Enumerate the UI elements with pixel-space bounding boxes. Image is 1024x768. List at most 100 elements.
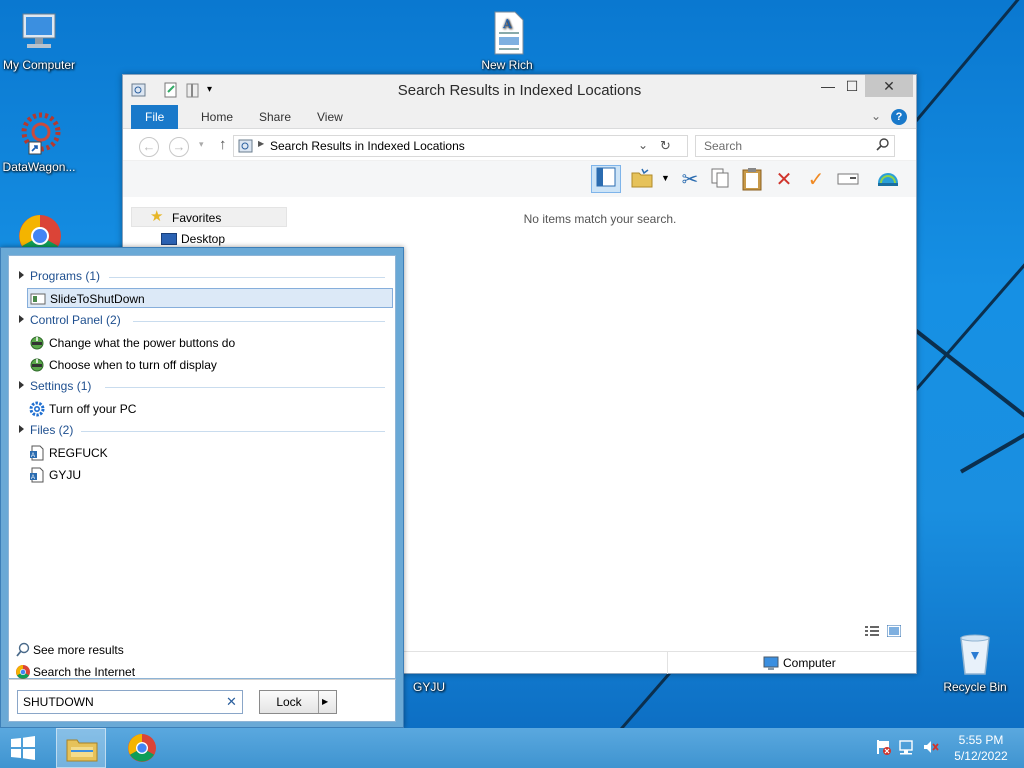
result-label: Turn off your PC [49,402,137,416]
desktop-icon-label: DataWagon... [2,160,76,174]
taskbar-file-explorer[interactable] [56,728,106,768]
address-row: ← → ▾ ↑ ▶ Search Results in Indexed Loca… [123,129,916,161]
back-button[interactable]: ← [139,137,159,157]
svg-text:A: A [502,17,512,31]
clock-time: 5:55 PM [958,733,1004,747]
link-label: See more results [33,643,124,657]
preview-pane-icon[interactable] [591,165,621,193]
lock-button[interactable]: Lock [260,691,318,713]
application-icon [30,291,46,307]
up-button[interactable]: ↑ [219,136,227,153]
large-icons-view-icon[interactable] [886,624,902,640]
start-search-panel: Programs (1) SlideToShutDown Control Pan… [0,247,404,728]
power-options-arrow-icon[interactable]: ▶ [322,691,328,713]
search-icon [15,642,31,658]
check-icon[interactable]: ✓ [803,167,829,193]
clock-date: 5/12/2022 [954,749,1008,763]
chrome-icon [128,734,156,762]
refresh-icon[interactable]: ↻ [660,138,671,154]
desktop-folder-icon [161,233,177,245]
group-files[interactable]: Files (2) [19,423,73,439]
search-input[interactable]: Search [695,135,895,157]
gear-shortcut-icon [15,110,63,158]
forward-button[interactable]: → [169,137,189,157]
copy-icon[interactable] [707,167,733,193]
search-icon[interactable] [876,138,890,155]
address-bar[interactable]: ▶ Search Results in Indexed Locations ⌄ … [233,135,688,157]
clock[interactable]: 5:55 PM 5/12/2022 [950,732,1012,764]
tab-home[interactable]: Home [187,105,247,129]
desktop-icon-label: My Computer [2,58,76,72]
computer-small-icon [763,655,779,674]
nav-label: Favorites [172,211,222,225]
power-button-group: Lock ▶ [259,690,337,714]
taskbar: 5:55 PM 5/12/2022 [0,728,1024,768]
tab-view[interactable]: View [303,105,357,129]
desktop-icon-recycle-bin[interactable]: Recycle Bin [932,630,1018,694]
expand-arrow-icon [19,425,24,433]
wallpaper-line [915,0,1021,122]
delete-icon[interactable]: ✕ [771,167,797,193]
desktop-icon-my-computer[interactable]: My Computer [0,8,82,72]
ribbon-expand-icon[interactable]: ⌄ [871,109,881,123]
svg-text:A: A [31,453,35,459]
folder-options-icon[interactable] [629,167,655,193]
folder-icon [66,739,98,762]
search-results-list: Programs (1) SlideToShutDown Control Pan… [8,255,396,679]
desktop-icon-label: Recycle Bin [943,680,1007,694]
network-globe-icon[interactable] [875,167,901,193]
ribbon-tabs: File Home Share View ⌄ ? [123,105,916,129]
group-label: Control Panel (2) [30,313,121,327]
window-title: Search Results in Indexed Locations [397,82,642,99]
command-toolbar: ▼ ✂ ✕ ✓ [123,161,916,197]
address-text: Search Results in Indexed Locations [270,139,465,153]
result-label: SlideToShutDown [50,292,145,306]
power-options-icon [29,335,45,351]
close-button[interactable]: ✕ [865,75,913,97]
taskbar-chrome[interactable] [126,732,160,764]
computer-icon [15,8,63,56]
nav-item-favorites[interactable]: ★ Favorites [131,207,287,227]
search-query-text: SHUTDOWN [23,695,94,709]
expand-arrow-icon [19,381,24,389]
clear-search-icon[interactable]: ✕ [226,694,237,710]
volume-muted-icon[interactable] [922,738,940,756]
cut-icon[interactable]: ✂ [677,167,703,193]
address-dropdown-icon[interactable]: ⌄ [638,138,648,152]
wallpaper-line [960,410,1024,474]
group-settings[interactable]: Settings (1) [19,379,91,395]
nav-item-desktop[interactable]: Desktop [131,229,287,249]
start-search-input[interactable]: SHUTDOWN ✕ [17,690,243,714]
desktop-icon-datawagon[interactable]: DataWagon... [0,110,82,174]
help-icon[interactable]: ? [891,109,907,125]
recycle-bin-icon [951,630,999,678]
svg-text:A: A [31,475,35,481]
document-file-icon: A [29,467,45,483]
network-icon[interactable] [898,738,916,756]
folder-options-dropdown-icon[interactable]: ▼ [661,173,670,183]
desktop-icon-new-rich[interactable]: A New Rich [464,8,550,72]
tab-share[interactable]: Share [245,105,305,129]
group-label: Settings (1) [30,379,92,393]
recent-locations-icon[interactable]: ▾ [199,139,204,150]
details-view-icon[interactable] [865,625,879,640]
document-icon: A [483,8,531,56]
start-button[interactable] [8,734,38,762]
chrome-icon [15,664,31,680]
expand-arrow-icon [19,271,24,279]
group-control-panel[interactable]: Control Panel (2) [19,313,121,329]
paste-icon[interactable] [739,167,765,193]
result-label: Change what the power buttons do [49,336,236,350]
start-search-footer: SHUTDOWN ✕ Lock ▶ [8,679,396,722]
expand-arrow-icon [19,315,24,323]
group-programs[interactable]: Programs (1) [19,269,100,285]
maximize-button[interactable]: ☐ [835,75,869,97]
rename-icon[interactable] [835,167,861,193]
tab-file[interactable]: File [131,105,179,129]
nav-label: Desktop [181,232,226,246]
result-slide-to-shutdown[interactable]: SlideToShutDown [27,288,393,308]
search-placeholder: Search [704,139,743,153]
group-label: Files (2) [30,423,74,437]
action-center-flag-icon[interactable] [874,738,892,756]
result-label: REGFUCK [49,446,108,460]
